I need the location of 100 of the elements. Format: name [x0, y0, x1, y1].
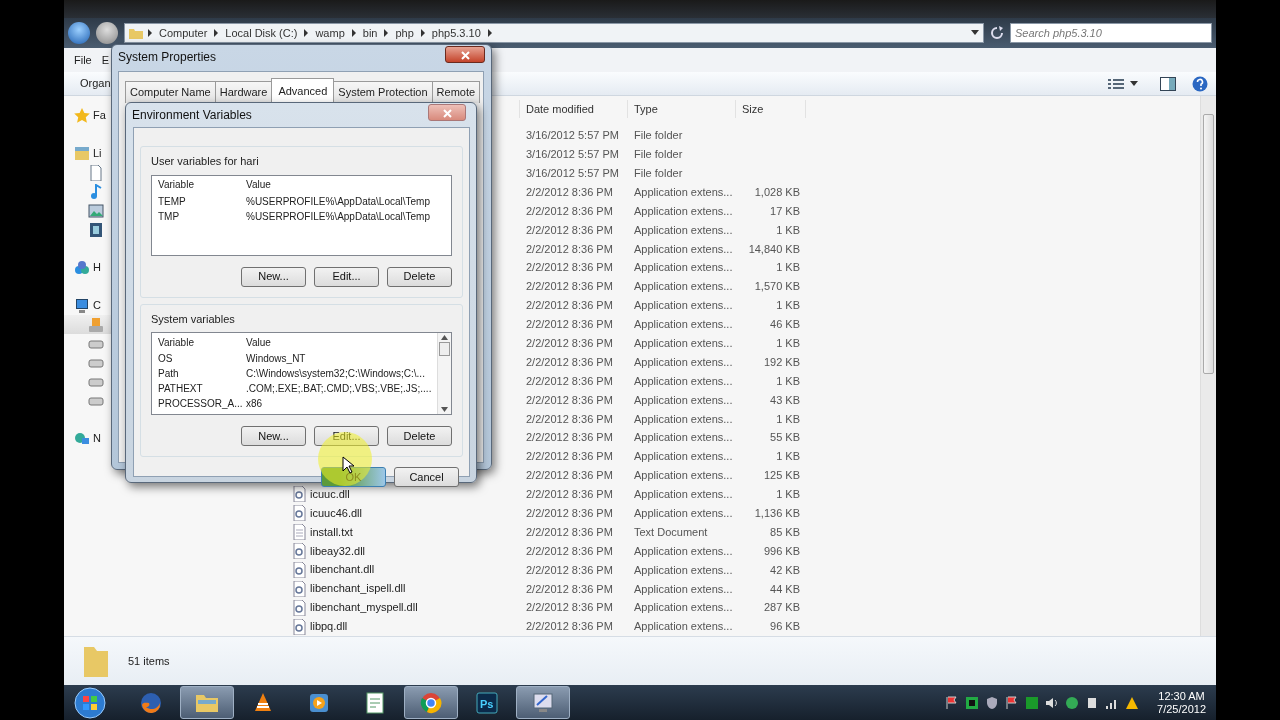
picture-icon[interactable]: [88, 202, 104, 219]
variable-value[interactable]: x86: [246, 396, 263, 411]
variable-name[interactable]: PROCESSOR_A...: [158, 396, 246, 411]
column-header[interactable]: Variable: [158, 177, 246, 192]
chevron-icon: [213, 29, 220, 37]
column-header[interactable]: Variable: [158, 334, 246, 350]
app-icon[interactable]: [1065, 695, 1080, 710]
sidebar-item[interactable]: N: [93, 430, 101, 447]
column-header[interactable]: Value: [246, 334, 271, 350]
breadcrumb[interactable]: bin: [360, 24, 380, 42]
sidebar-item[interactable]: H: [93, 259, 101, 276]
tab[interactable]: Computer Name: [125, 81, 216, 103]
file-name[interactable]: libeay32.dll: [310, 544, 366, 558]
variable-value[interactable]: .COM;.EXE;.BAT;.CMD;.VBS;.VBE;.JS;....: [246, 381, 432, 396]
breadcrumb[interactable]: Computer: [157, 24, 210, 42]
dialog-button[interactable]: Delete: [387, 266, 452, 287]
refresh-icon[interactable]: [990, 26, 1004, 40]
size-cell-text: 1 KB: [775, 222, 800, 238]
preview-pane-icon[interactable]: [1160, 76, 1176, 91]
flag-icon[interactable]: [945, 695, 960, 710]
variable-name[interactable]: TMP: [158, 208, 246, 224]
dll-file-icon: [293, 486, 306, 503]
date-cell-text: 2/2/2012 8:36 PM: [525, 600, 614, 616]
tab[interactable]: Hardware: [214, 81, 273, 103]
file-name[interactable]: icuuc46.dll: [310, 506, 362, 520]
warning-icon[interactable]: [1125, 695, 1140, 710]
breadcrumb[interactable]: php: [393, 24, 416, 42]
music-note-icon[interactable]: [88, 183, 104, 200]
sidebar-item[interactable]: Fa: [93, 107, 106, 124]
variable-name[interactable]: TEMP: [158, 193, 246, 209]
variable-value[interactable]: C:\Windows\system32;C:\Windows;C:\...: [246, 366, 425, 381]
dialog-button[interactable]: New...: [241, 426, 306, 446]
tab[interactable]: Advanced: [271, 78, 335, 103]
scroll-down-icon[interactable]: [441, 407, 448, 412]
date-cell-text: 2/2/2012 8:36 PM: [525, 222, 614, 238]
file-name[interactable]: libenchant.dll: [310, 563, 375, 577]
sidebar-item[interactable]: Li: [93, 145, 102, 162]
star-icon[interactable]: [74, 107, 90, 124]
file-name[interactable]: libpq.dll: [310, 620, 348, 634]
forward-button[interactable]: [96, 22, 118, 44]
breadcrumb[interactable]: php5.3.10: [429, 24, 483, 42]
app-icon[interactable]: [1025, 695, 1040, 710]
size-cell-text: 1,136 KB: [753, 506, 800, 521]
group-label: System variables: [151, 311, 236, 327]
taskbar-button[interactable]: Ps: [460, 686, 514, 719]
file-name[interactable]: libenchant_ispell.dll: [310, 582, 406, 596]
sidebar-item[interactable]: C: [93, 297, 101, 314]
dropdown-icon[interactable]: [1130, 80, 1138, 87]
help-icon[interactable]: [1192, 75, 1208, 92]
computer-icon[interactable]: [74, 297, 90, 314]
variable-list[interactable]: Variable Value TEMP %USERPROFILE%\AppData\Local\Temp TMP %USERPROFILE%\AppData\Local\Temp: [151, 174, 452, 256]
menu-item[interactable]: File: [74, 51, 92, 69]
app-label: Ps: [480, 696, 494, 712]
variable-name[interactable]: OS: [158, 351, 246, 366]
search-field[interactable]: Search php5.3.10: [1010, 23, 1212, 43]
menu-item[interactable]: E: [101, 51, 110, 69]
variable-value[interactable]: %USERPROFILE%\AppData\Local\Temp: [246, 208, 430, 224]
notepad-icon: [363, 690, 387, 715]
column-header[interactable]: Type: [628, 100, 736, 118]
cancel-button[interactable]: Cancel: [394, 467, 459, 487]
column-header[interactable]: Size: [736, 100, 806, 118]
dialog-button[interactable]: Delete: [387, 426, 452, 446]
variable-name[interactable]: Path: [158, 366, 246, 381]
date-cell-text: 2/2/2012 8:36 PM: [525, 336, 614, 351]
breadcrumb[interactable]: Local Disk (C:): [223, 24, 300, 42]
breadcrumb[interactable]: wamp: [313, 24, 347, 42]
dropdown-icon[interactable]: [971, 30, 979, 36]
file-name[interactable]: icuuc.dll: [310, 487, 350, 501]
column-header[interactable]: Value: [246, 177, 271, 192]
homegroup-icon[interactable]: [74, 259, 90, 276]
shield-icon[interactable]: [985, 695, 1000, 710]
file-name[interactable]: install.txt: [310, 525, 353, 539]
film-icon[interactable]: [88, 221, 104, 238]
dialog-button[interactable]: Edit...: [314, 266, 379, 287]
network-icon[interactable]: [965, 695, 980, 710]
tab[interactable]: Remote: [431, 81, 481, 103]
address-bar[interactable]: Computer Local Disk (C:) wamp bin php php5.3.10: [124, 23, 984, 43]
file-name[interactable]: libenchant_myspell.dll: [310, 601, 418, 615]
network-icon[interactable]: [74, 430, 90, 447]
scrollbar-thumb[interactable]: [439, 342, 450, 356]
size-cell-text: 192 KB: [762, 354, 800, 370]
view-icon[interactable]: [1108, 77, 1124, 90]
variable-value[interactable]: Windows_NT: [246, 351, 306, 366]
back-button[interactable]: [68, 22, 90, 44]
close-button[interactable]: [445, 46, 485, 63]
volume-icon[interactable]: [1045, 695, 1060, 710]
scrollbar-thumb[interactable]: [1203, 114, 1214, 374]
dialog-button[interactable]: New...: [241, 266, 306, 287]
organize-button[interactable]: Organ: [80, 75, 111, 92]
column-header[interactable]: Date modified: [520, 100, 628, 118]
variable-name[interactable]: PATHEXT: [158, 381, 246, 396]
variable-list[interactable]: Variable Value OS Windows_NT Path C:\Windows\system32;C:\Windows;C:\... PATHEXT .COM;.EXE;.BAT;.CMD;.VBS;.VBE;.JS;.... PROCESSOR_A... x86: [151, 332, 452, 415]
tab[interactable]: System Protection: [333, 81, 433, 103]
scroll-up-icon[interactable]: [441, 335, 448, 340]
date-cell-text: 2/2/2012 8:36 PM: [525, 241, 614, 257]
clock-date[interactable]: 7/25/2012: [1157, 702, 1206, 716]
variable-value[interactable]: %USERPROFILE%\AppData\Local\Temp: [246, 193, 430, 209]
type-cell-text: Application extens...: [633, 392, 734, 408]
flag-icon[interactable]: [1005, 695, 1020, 710]
clock-time[interactable]: 12:30 AM: [1157, 689, 1206, 703]
